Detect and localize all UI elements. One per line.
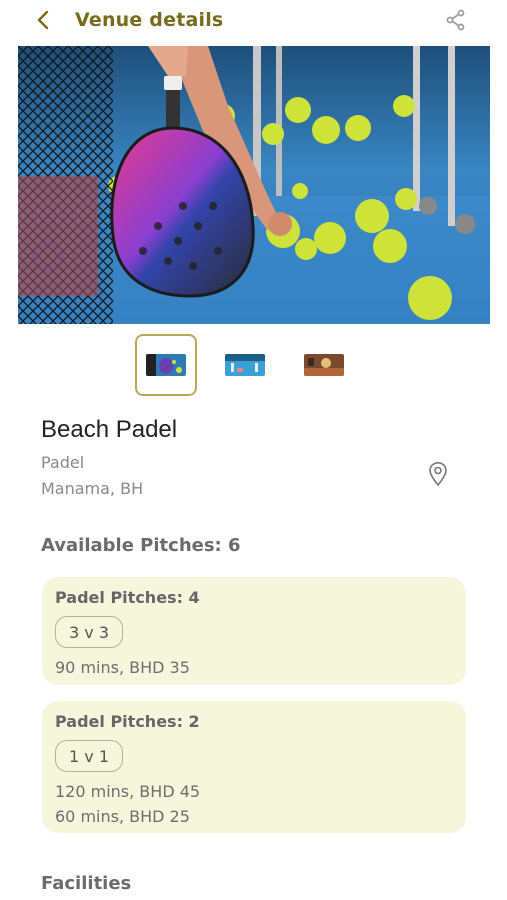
pitch-group-card: Padel Pitches: 2 1 v 1 120 mins, BHD 45 … xyxy=(42,701,466,833)
gallery-thumbnails xyxy=(0,334,507,396)
pitch-price-line: 120 mins, BHD 45 xyxy=(55,782,201,801)
padel-court-photo xyxy=(18,46,490,324)
thumbnail-3[interactable] xyxy=(293,334,355,396)
thumbnail-image xyxy=(304,354,344,376)
available-pitches-heading: Available Pitches: 6 xyxy=(41,535,241,556)
pitch-group-card: Padel Pitches: 4 3 v 3 90 mins, BHD 35 xyxy=(42,577,466,685)
venue-sport: Padel xyxy=(41,453,85,472)
back-button[interactable] xyxy=(30,6,58,34)
thumbnail-image xyxy=(225,354,265,376)
page-title: Venue details xyxy=(75,9,224,31)
pitch-format-chip[interactable]: 1 v 1 xyxy=(55,740,123,772)
pitch-format-chip[interactable]: 3 v 3 xyxy=(55,616,123,648)
venue-hero-image[interactable] xyxy=(18,46,490,324)
thumbnail-2[interactable] xyxy=(214,334,276,396)
pitch-price-line: 60 mins, BHD 25 xyxy=(55,807,190,826)
pitch-price-line: 90 mins, BHD 35 xyxy=(55,658,190,677)
app-header: Venue details xyxy=(0,0,507,44)
pitch-group-title: Padel Pitches: 4 xyxy=(55,588,200,607)
thumbnail-1[interactable] xyxy=(135,334,197,396)
pitch-group-title: Padel Pitches: 2 xyxy=(55,712,200,731)
venue-name: Beach Padel xyxy=(41,416,178,443)
thumbnail-image xyxy=(146,354,186,376)
map-pin-icon xyxy=(429,461,447,487)
venue-location: Manama, BH xyxy=(41,479,144,498)
map-location-button[interactable] xyxy=(425,460,451,488)
share-icon xyxy=(446,9,465,31)
facilities-heading: Facilities xyxy=(41,873,132,894)
share-button[interactable] xyxy=(442,6,470,34)
chevron-left-icon xyxy=(37,10,49,30)
